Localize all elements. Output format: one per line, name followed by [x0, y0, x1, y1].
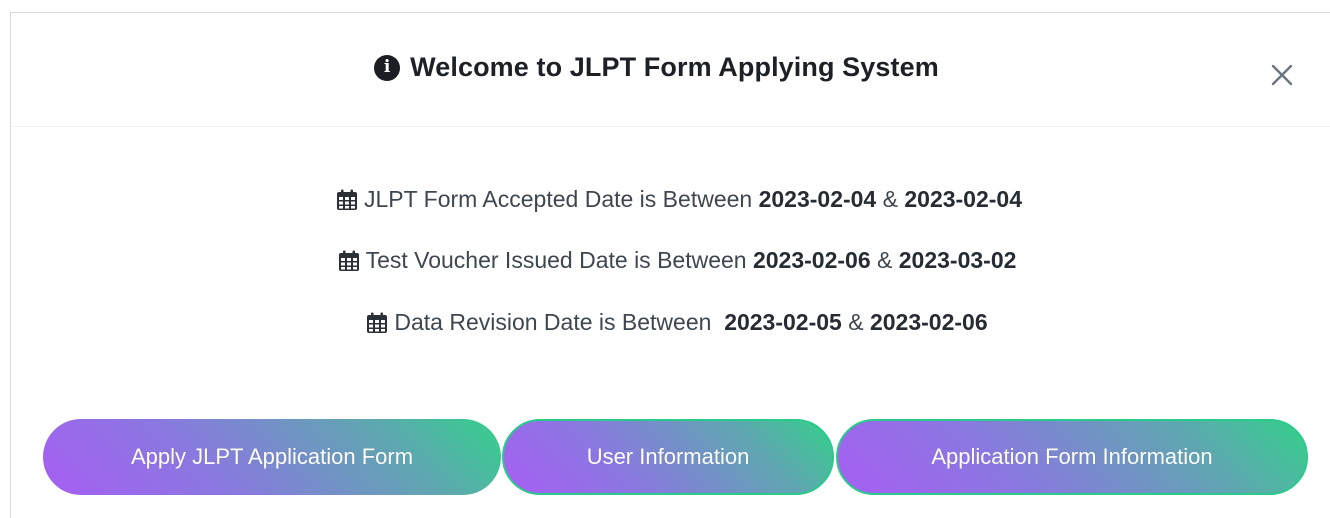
accepted-date-start: 2023-02-04 — [758, 186, 877, 212]
revision-date-start: 2023-02-05 — [724, 309, 842, 335]
accepted-date-end: 2023-02-04 — [904, 186, 1023, 212]
voucher-date-separator: & — [870, 247, 899, 273]
modal-body: JLPT Form Accepted Date is Between 2023-… — [11, 127, 1330, 518]
voucher-date-end: 2023-03-02 — [898, 247, 1017, 273]
modal-title: Welcome to JLPT Form Applying System — [410, 52, 939, 82]
accepted-date-separator: & — [876, 186, 905, 212]
info-circle-icon: i — [374, 54, 401, 81]
modal-header: i Welcome to JLPT Form Applying System — [11, 13, 1330, 127]
calendar-icon — [336, 189, 358, 211]
revision-date-end: 2023-02-06 — [869, 309, 988, 335]
calendar-icon — [366, 312, 388, 334]
close-button[interactable] — [1268, 61, 1296, 89]
welcome-modal: i Welcome to JLPT Form Applying System J… — [10, 12, 1330, 518]
accepted-date-line: JLPT Form Accepted Date is Between 2023-… — [19, 186, 1330, 213]
application-form-information-button[interactable]: Application Form Information — [836, 419, 1308, 495]
revision-date-separator: & — [841, 309, 870, 335]
revision-date-line: Data Revision Date is Between 2023-02-05… — [17, 309, 1330, 336]
accepted-date-label: JLPT Form Accepted Date is Between — [363, 186, 759, 212]
voucher-date-start: 2023-02-06 — [752, 247, 871, 273]
modal-title-wrap: i Welcome to JLPT Form Applying System — [374, 52, 939, 83]
user-information-button[interactable]: User Information — [502, 419, 834, 495]
apply-jlpt-form-button[interactable]: Apply JLPT Application Form — [43, 419, 501, 495]
close-icon — [1271, 64, 1293, 86]
calendar-icon — [338, 250, 360, 272]
voucher-date-line: Test Voucher Issued Date is Between 2023… — [17, 247, 1330, 274]
revision-date-label: Data Revision Date is Between — [394, 309, 725, 335]
voucher-date-label: Test Voucher Issued Date is Between — [365, 247, 753, 273]
